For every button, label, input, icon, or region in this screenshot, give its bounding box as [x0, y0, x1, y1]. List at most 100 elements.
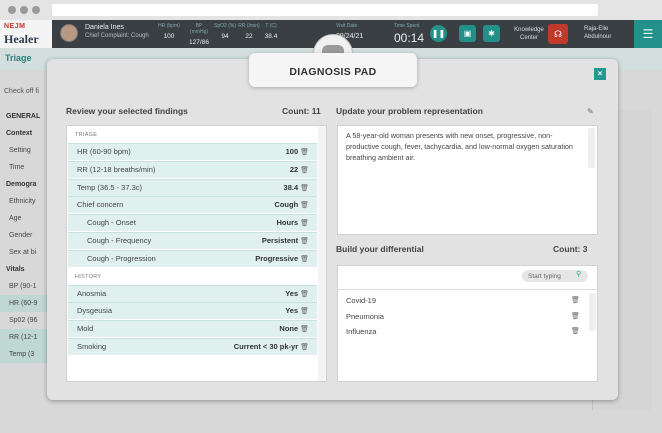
finding-row[interactable]: Temp (36.5 - 37.3c) 38.4 🗑: [68, 178, 317, 197]
trash-icon[interactable]: 🗑: [571, 312, 580, 320]
finding-value-text: Current < 30 pk-yr: [233, 342, 299, 351]
finding-row[interactable]: Cough - Frequency Persistent 🗑: [68, 232, 317, 249]
finding-value: Cough 🗑: [274, 197, 309, 214]
finding-value: Current < 30 pk-yr 🗑: [234, 339, 309, 356]
vital-temp: T (C) 38.4: [258, 23, 284, 40]
window-minimize-dot[interactable]: [20, 6, 28, 14]
vital-value: 38.4: [264, 33, 278, 40]
vital-bp: BP (mmHg) 127/86: [186, 23, 212, 46]
trash-icon[interactable]: 🗑: [298, 256, 309, 263]
trash-icon[interactable]: 🗑: [298, 167, 309, 174]
differential-item[interactable]: Pneumonia: [346, 312, 384, 321]
trash-icon[interactable]: 🗑: [298, 149, 309, 156]
finding-label: Cough - Onset: [87, 218, 136, 228]
background-list-item: Demogra: [6, 181, 37, 188]
user-name[interactable]: Raja-Elie Abdulnour: [584, 25, 630, 41]
diagnosis-pad-tab: DIAGNOSIS PAD: [249, 53, 417, 87]
finding-value-text: 38.4: [283, 182, 299, 192]
finding-row[interactable]: Anosmia Yes 🗑: [68, 284, 317, 302]
finding-value-text: None: [279, 324, 299, 334]
background-list-item[interactable]: Setting: [0, 142, 52, 159]
trash-icon[interactable]: 🗑: [298, 238, 309, 245]
problem-representation-text[interactable]: A 58-year-old woman presents with new on…: [346, 130, 584, 163]
differential-scrollbar[interactable]: [589, 293, 596, 331]
background-list-item[interactable]: Time: [0, 159, 52, 176]
background-list-item[interactable]: Temp (3: [0, 346, 52, 363]
menu-button[interactable]: ☰: [634, 20, 662, 48]
finding-row[interactable]: Mold None 🗑: [68, 320, 317, 338]
finding-row[interactable]: Chief concern Cough 🗑: [68, 196, 317, 214]
finding-row[interactable]: Smoking Current < 30 pk-yr 🗑: [68, 338, 317, 355]
differential-item[interactable]: Influenza: [346, 327, 376, 336]
finding-value-text: Cough: [274, 200, 299, 210]
window-close-dot[interactable]: [8, 6, 16, 14]
window-maximize-dot[interactable]: [32, 6, 40, 14]
background-list-item: Context: [6, 130, 33, 137]
app-logo[interactable]: NEJM Healer: [0, 20, 52, 48]
vital-label: BP (mmHg): [189, 23, 209, 35]
save-icon: ▣: [463, 29, 472, 38]
trash-icon[interactable]: 🗑: [298, 291, 309, 298]
finding-label: Smoking: [77, 342, 107, 351]
finding-label: Anosmia: [77, 288, 107, 298]
trash-icon[interactable]: 🗑: [298, 185, 309, 192]
background-list-item[interactable]: RR (12-1: [0, 329, 52, 346]
finding-value-text: 100: [285, 147, 299, 156]
findings-scrollbar[interactable]: [318, 127, 326, 381]
finding-value: Hours 🗑: [276, 215, 309, 232]
differential-count-label: Count:: [553, 244, 581, 254]
background-list-item[interactable]: BP (90-1: [0, 278, 52, 295]
pencil-icon[interactable]: ✎: [587, 107, 594, 116]
differential-search-input[interactable]: [528, 271, 574, 281]
vital-spo2: SpO2 (%) 94: [212, 23, 238, 40]
finding-row[interactable]: RR (12-18 breaths/min) 22 🗑: [68, 160, 317, 178]
finding-row[interactable]: Cough - Onset Hours 🗑: [68, 214, 317, 232]
finding-label: Cough - Frequency: [87, 236, 152, 245]
close-button[interactable]: ×: [594, 68, 606, 80]
problem-heading: Update your problem representation: [336, 106, 483, 116]
background-list-item[interactable]: Sex at bi: [0, 244, 52, 261]
modal-title: DIAGNOSIS PAD: [289, 66, 377, 78]
finding-value-text: Progressive: [255, 253, 299, 263]
problem-scrollbar[interactable]: [588, 128, 595, 168]
background-list-item[interactable]: Sp02 (96: [0, 312, 52, 329]
finding-row[interactable]: Dysgeusia Yes 🗑: [68, 302, 317, 320]
trash-icon[interactable]: 🗑: [298, 202, 309, 209]
vital-label: HR (bpm): [158, 23, 180, 29]
differential-item[interactable]: Covid-19: [346, 296, 376, 305]
save-button[interactable]: ▣: [459, 25, 476, 42]
background-list-item[interactable]: Age: [0, 210, 52, 227]
stethoscope-button[interactable]: ☊: [548, 24, 568, 44]
finding-value: 38.4 🗑: [284, 180, 309, 197]
background-list-item[interactable]: HR (60-9: [0, 295, 52, 312]
pause-icon: ❚❚: [431, 29, 446, 38]
vital-value: 94: [221, 33, 229, 40]
finding-value: Persistent 🗑: [262, 233, 309, 250]
hamburger-icon: ☰: [642, 27, 654, 41]
knowledge-center-link[interactable]: Knowledge Center: [508, 26, 550, 42]
finding-label: Temp (36.5 - 37.3c): [77, 182, 143, 192]
vital-value: 127/86: [189, 39, 209, 46]
address-bar[interactable]: [52, 4, 598, 16]
trash-icon[interactable]: 🗑: [298, 308, 309, 315]
chief-complaint: Chief Complaint: Cough: [85, 33, 149, 39]
finding-row[interactable]: HR (60-90 bpm) 100 🗑: [68, 143, 317, 160]
search-icon[interactable]: ⚲: [576, 270, 581, 278]
trash-icon[interactable]: 🗑: [298, 326, 309, 333]
vital-value: 100: [163, 33, 175, 40]
findings-heading: Review your selected findings: [66, 106, 188, 116]
background-list-item[interactable]: Gender: [0, 227, 52, 244]
pause-button[interactable]: ❚❚: [430, 25, 447, 42]
finding-row[interactable]: Cough - Progression Progressive 🗑: [68, 249, 317, 267]
problem-representation-box[interactable]: A 58-year-old woman presents with new on…: [337, 125, 598, 235]
findings-count: Count: 11: [282, 106, 321, 116]
trash-icon[interactable]: 🗑: [298, 220, 309, 227]
background-list-item[interactable]: Ethnicity: [0, 193, 52, 210]
trash-icon[interactable]: 🗑: [298, 344, 309, 351]
finding-label: Chief concern: [77, 200, 124, 210]
trash-icon[interactable]: 🗑: [571, 296, 580, 304]
differential-search[interactable]: ⚲: [522, 270, 588, 282]
settings-button[interactable]: ✱: [483, 25, 500, 42]
trash-icon[interactable]: 🗑: [571, 327, 580, 335]
check-off-text: Check off fi: [4, 88, 39, 95]
